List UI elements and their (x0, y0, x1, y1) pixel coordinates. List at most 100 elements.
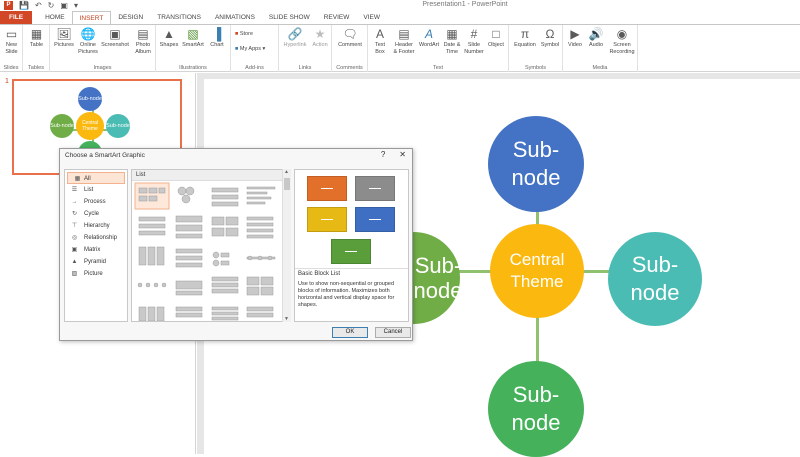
tab-home[interactable]: HOME (38, 11, 72, 24)
central-theme-node[interactable]: Central Theme (490, 224, 584, 318)
new-slide-icon: ▭ (5, 27, 18, 41)
wordart-button[interactable]: A WordArt (417, 27, 441, 49)
text-box-icon: A (375, 27, 384, 41)
audio-button[interactable]: 🔊 Audio (585, 27, 607, 49)
comment-button[interactable]: 🗨 Comment (335, 27, 365, 49)
category-cycle[interactable]: ↻ Cycle (65, 208, 127, 220)
preview-block-4 (355, 207, 395, 232)
gallery-header: List (132, 170, 290, 181)
ok-button[interactable]: OK (332, 327, 368, 338)
slide-number-button[interactable]: # Slide Number (463, 27, 485, 55)
scroll-down-icon[interactable]: ▼ (284, 316, 289, 322)
group-links: 🔗 Hyperlink ★ Action Links (279, 25, 332, 72)
preview-block-2 (355, 176, 395, 201)
tab-insert[interactable]: INSERT (71, 11, 112, 24)
category-picture[interactable]: ▨ Picture (65, 268, 127, 280)
object-icon: □ (492, 27, 500, 41)
header-footer-button[interactable]: ▤ Header & Footer (391, 27, 417, 55)
tab-design[interactable]: DESIGN (111, 11, 150, 24)
layout-thumbnails (134, 182, 276, 321)
pyramid-icon: ▲ (71, 259, 78, 265)
action-icon: ★ (314, 27, 326, 41)
cancel-button[interactable]: Cancel (375, 327, 411, 338)
cycle-icon: ↻ (71, 211, 78, 217)
video-button[interactable]: ▶ Video (565, 27, 585, 49)
equation-button[interactable]: π Equation (511, 27, 539, 49)
tab-file[interactable]: FILE (0, 11, 33, 24)
smartart-icon: ▧ (187, 27, 199, 41)
action-button[interactable]: ★ Action (310, 27, 330, 49)
group-media: ▶ Video 🔊 Audio ◉ Screen Recording Media (563, 25, 638, 72)
object-button[interactable]: □ Object (485, 27, 507, 49)
scrollbar-thumb[interactable] (284, 178, 290, 190)
category-relationship[interactable]: ◎ Relationship (65, 232, 127, 244)
thumb-node-center: Central Theme (76, 112, 104, 140)
dialog-title: Choose a SmartArt Graphic (65, 152, 145, 159)
my-apps-button[interactable]: ■ My Apps ▾ (235, 46, 277, 53)
slide-number-icon: # (470, 27, 478, 41)
speaker-icon: 🔊 (588, 27, 604, 41)
date-time-button[interactable]: ▦ Date & Time (441, 27, 463, 55)
photo-album-button[interactable]: ▤ Photo Album (131, 27, 155, 55)
category-list-item[interactable]: ☰ List (65, 184, 127, 196)
category-hierarchy[interactable]: ⊤ Hierarchy (65, 220, 127, 232)
scroll-up-icon[interactable]: ▲ (284, 169, 289, 175)
pictures-button[interactable]: 🖼 Pictures (52, 27, 76, 49)
group-symbols: π Equation Ω Symbol Symbols (509, 25, 563, 72)
online-pictures-icon: 🌐 (80, 27, 96, 41)
screenshot-button[interactable]: ▣ Screenshot (100, 27, 130, 49)
group-tables: ▦ Table Tables (23, 25, 50, 72)
tab-slide-show[interactable]: SLIDE SHOW (262, 11, 317, 24)
close-icon[interactable]: ✕ (399, 150, 406, 159)
group-comments: 🗨 Comment Comments (332, 25, 368, 72)
layout-gallery: List (131, 169, 291, 322)
ribbon-tabs: FILE HOME INSERT DESIGN TRANSITIONS ANIM… (0, 11, 800, 24)
hyperlink-icon: 🔗 (287, 27, 303, 41)
online-pictures-button[interactable]: 🌐 Online Pictures (76, 27, 100, 55)
category-all[interactable]: ▦ All (67, 172, 125, 184)
category-matrix[interactable]: ▣ Matrix (65, 244, 127, 256)
preview-title: Basic Block List (298, 271, 341, 277)
process-icon: → (71, 199, 78, 205)
table-button[interactable]: ▦ Table (27, 27, 46, 49)
video-icon: ▶ (570, 27, 580, 41)
tab-transitions[interactable]: TRANSITIONS (150, 11, 208, 24)
chart-icon: ▐ (212, 27, 222, 41)
screen-recording-button[interactable]: ◉ Screen Recording (608, 27, 636, 55)
screen-recording-icon: ◉ (616, 27, 628, 41)
group-images: 🖼 Pictures 🌐 Online Pictures ▣ Screenshot ▤… (50, 25, 156, 72)
list-icon: ☰ (71, 187, 78, 193)
slide-number: 1 (5, 78, 9, 85)
tab-view[interactable]: VIEW (356, 11, 387, 24)
thumb-node-top: Sub-node (78, 87, 102, 111)
hyperlink-button[interactable]: 🔗 Hyperlink (281, 27, 309, 49)
shapes-button[interactable]: ▲ Shapes (158, 27, 180, 49)
tab-animations[interactable]: ANIMATIONS (208, 11, 262, 24)
new-slide-button[interactable]: ▭ New Slide (2, 27, 21, 55)
date-time-icon: ▦ (446, 27, 458, 41)
thumb-node-right: Sub-node (106, 114, 130, 138)
preview-block-1 (307, 176, 347, 201)
help-button[interactable]: ? (381, 150, 385, 159)
sub-node-right[interactable]: Sub-node (608, 232, 702, 326)
chart-button[interactable]: ▐ Chart (207, 27, 227, 49)
sub-node-bottom[interactable]: Sub-node (488, 361, 584, 457)
gallery-scrollbar[interactable]: ▲ ▼ (282, 169, 291, 322)
comment-icon: 🗨 (342, 27, 358, 41)
group-slides: ▭ New Slide Slides (0, 25, 23, 72)
my-apps-icon: ■ (235, 46, 239, 52)
group-illustrations: ▲ Shapes ▧ SmartArt ▐ Chart Illustrations (156, 25, 231, 72)
category-pyramid[interactable]: ▲ Pyramid (65, 256, 127, 268)
text-box-button[interactable]: A Text Box (370, 27, 390, 55)
title-bar: P 💾 ↶ ↻ ▣ ▾ Presentation1 - PowerPoint (0, 0, 800, 11)
ribbon: ▭ New Slide Slides ▦ Table Tables 🖼 Picture… (0, 24, 800, 72)
shapes-icon: ▲ (163, 27, 175, 41)
preview-panel: Basic Block List Use to show non-sequent… (294, 169, 409, 322)
dialog-title-buttons: ? ✕ (381, 150, 406, 159)
symbol-button[interactable]: Ω Symbol (539, 27, 561, 49)
sub-node-top[interactable]: Sub-node (488, 116, 584, 212)
store-button[interactable]: ■ Store (235, 31, 277, 38)
tab-review[interactable]: REVIEW (317, 11, 357, 24)
category-process[interactable]: → Process (65, 196, 127, 208)
smartart-button[interactable]: ▧ SmartArt (180, 27, 206, 49)
